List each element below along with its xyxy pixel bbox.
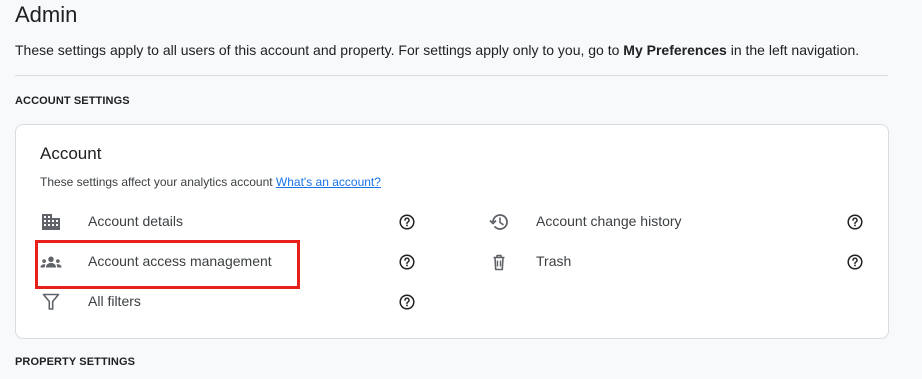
help-circle-icon[interactable] bbox=[847, 214, 863, 230]
account-change-history-label: Account change history bbox=[536, 213, 682, 229]
building-icon bbox=[40, 212, 62, 232]
help-circle-icon[interactable] bbox=[399, 294, 415, 310]
trash-item[interactable]: Trash bbox=[488, 247, 868, 277]
help-circle-icon[interactable] bbox=[399, 254, 415, 270]
help-circle-icon[interactable] bbox=[399, 214, 415, 230]
account-access-management-label: Account access management bbox=[88, 253, 272, 269]
account-change-history-item[interactable]: Account change history bbox=[488, 207, 868, 237]
property-settings-heading: PROPERTY SETTINGS bbox=[15, 356, 136, 368]
intro-text-end: in the left navigation. bbox=[726, 42, 860, 58]
account-details-item[interactable]: Account details bbox=[40, 207, 420, 237]
people-icon bbox=[40, 252, 62, 272]
my-preferences-text: My Preferences bbox=[623, 42, 727, 58]
whats-an-account-link[interactable]: What's an account? bbox=[276, 175, 381, 189]
divider bbox=[15, 75, 888, 76]
intro-text: These settings apply to all users of thi… bbox=[15, 42, 624, 58]
trash-label: Trash bbox=[536, 253, 572, 269]
page-intro: These settings apply to all users of thi… bbox=[15, 42, 859, 58]
help-circle-icon[interactable] bbox=[847, 254, 863, 270]
account-settings-heading: ACCOUNT SETTINGS bbox=[15, 95, 130, 107]
account-access-management-item[interactable]: Account access management bbox=[40, 247, 420, 277]
all-filters-label: All filters bbox=[88, 293, 141, 309]
account-card-title: Account bbox=[40, 144, 102, 163]
account-card: Account These settings affect your analy… bbox=[15, 124, 889, 339]
history-icon bbox=[488, 212, 510, 232]
account-card-description-text: These settings affect your analytics acc… bbox=[40, 175, 276, 189]
page-title: Admin bbox=[15, 2, 78, 27]
account-card-description: These settings affect your analytics acc… bbox=[40, 175, 381, 189]
account-details-label: Account details bbox=[88, 213, 183, 229]
all-filters-item[interactable]: All filters bbox=[40, 287, 420, 317]
trash-icon bbox=[488, 252, 510, 272]
filter-icon bbox=[40, 292, 62, 312]
